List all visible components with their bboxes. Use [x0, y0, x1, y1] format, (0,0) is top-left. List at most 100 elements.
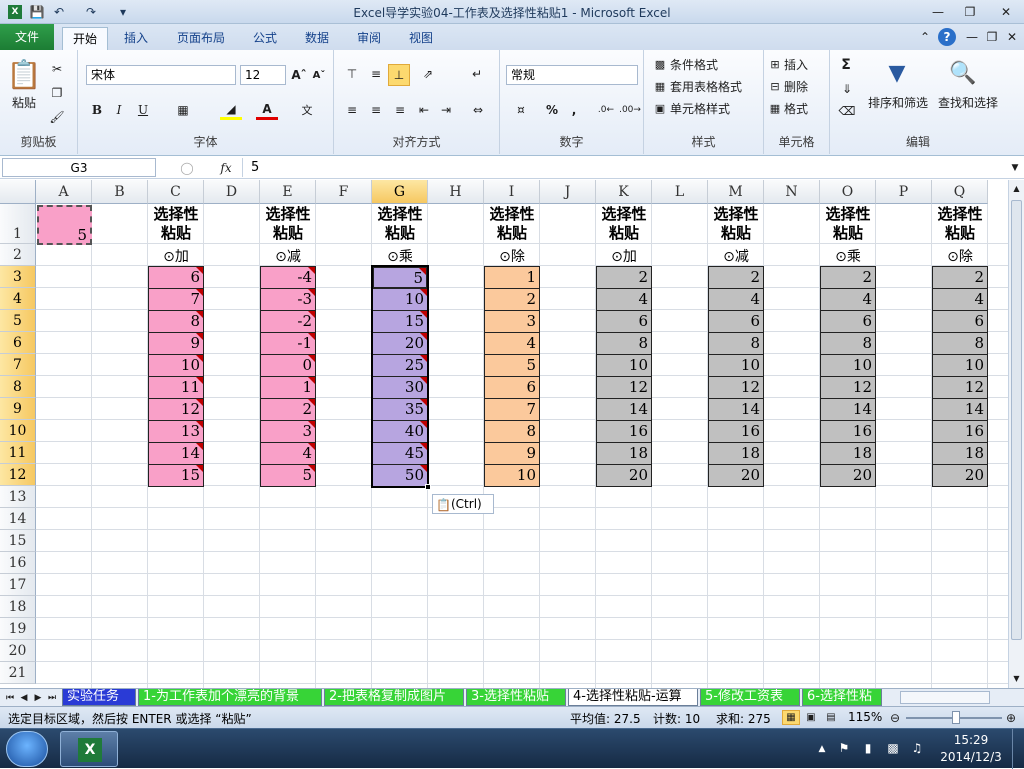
row-header-11[interactable]: 11 [0, 442, 36, 464]
cell-k7[interactable]: 10 [596, 354, 652, 377]
scroll-down-icon[interactable]: ▼ [1009, 670, 1024, 686]
increase-decimal-icon[interactable]: .0← [596, 100, 616, 120]
cell-m5[interactable]: 6 [708, 310, 764, 333]
sheet-tab[interactable]: 1-为工作表加个漂亮的背景 [138, 689, 322, 706]
cell-c11[interactable]: 14 [148, 442, 204, 465]
page-break-view-icon[interactable]: ▤ [822, 710, 840, 725]
cell-e3[interactable]: -4 [260, 266, 316, 289]
operation-label[interactable]: ⊙加 [148, 246, 204, 266]
paste-options-button[interactable]: 📋 (Ctrl) [432, 494, 494, 514]
orientation-icon[interactable]: ⇗ [416, 64, 440, 84]
align-top-icon[interactable]: ⊤ [342, 64, 362, 84]
cell-q9[interactable]: 14 [932, 398, 988, 421]
cell-o3[interactable]: 2 [820, 266, 876, 289]
cell-m10[interactable]: 16 [708, 420, 764, 443]
grow-font-button[interactable]: Aˆ [290, 65, 308, 85]
column-header-a[interactable]: A [36, 180, 92, 204]
column-header-p[interactable]: P [876, 180, 932, 204]
cell-q11[interactable]: 18 [932, 442, 988, 465]
column-header-q[interactable]: Q [932, 180, 988, 204]
cell-e10[interactable]: 3 [260, 420, 316, 443]
zoom-slider-thumb[interactable] [952, 711, 960, 724]
insert-function-button[interactable]: fx [214, 159, 238, 177]
network-icon[interactable]: ▩ [884, 739, 902, 757]
sheet-tab[interactable]: 5-修改工资表 [700, 689, 800, 706]
column-header-c[interactable]: C [148, 180, 204, 204]
paste-button[interactable]: 粘贴 [4, 94, 44, 110]
cell-g12[interactable]: 50 [372, 464, 428, 487]
cell-i10[interactable]: 8 [484, 420, 540, 443]
minimize-button[interactable]: — [924, 2, 952, 21]
row-header-20[interactable]: 20 [0, 640, 36, 662]
normal-view-icon[interactable]: ▦ [782, 710, 800, 725]
column-header-g[interactable]: G [372, 180, 428, 204]
align-middle-icon[interactable]: ≡ [366, 64, 386, 84]
format-button[interactable]: 格式 [784, 100, 824, 116]
cell-m7[interactable]: 10 [708, 354, 764, 377]
row-header-16[interactable]: 16 [0, 552, 36, 574]
prev-sheet-icon[interactable]: ◀ [18, 690, 30, 705]
row-header-8[interactable]: 8 [0, 376, 36, 398]
column-header-f[interactable]: F [316, 180, 372, 204]
column-header-h[interactable]: H [428, 180, 484, 204]
worksheet-grid[interactable]: ABCDEFGHIJKLMNOPQ 1 2 3 4 5 6 7 8 9 10 11 12 13 14 15 1… [0, 180, 1008, 688]
cell-a1[interactable]: 5 [37, 205, 92, 245]
shrink-font-button[interactable]: Aˇ [310, 65, 328, 85]
tab-view[interactable]: 视图 [400, 27, 442, 50]
tab-review[interactable]: 审阅 [348, 27, 390, 50]
cell-c12[interactable]: 15 [148, 464, 204, 487]
row-header-15[interactable]: 15 [0, 530, 36, 552]
cell-e9[interactable]: 2 [260, 398, 316, 421]
font-size-combo[interactable]: 12 [240, 65, 286, 85]
cell-k9[interactable]: 14 [596, 398, 652, 421]
format-painter-icon[interactable]: 🖌 [48, 108, 66, 126]
cell-c5[interactable]: 8 [148, 310, 204, 333]
column-header-i[interactable]: I [484, 180, 540, 204]
cell-k8[interactable]: 12 [596, 376, 652, 399]
cell-q12[interactable]: 20 [932, 464, 988, 487]
cell-m12[interactable]: 20 [708, 464, 764, 487]
sort-filter-button[interactable]: 排序和筛选 [866, 94, 930, 110]
wrap-text-icon[interactable]: ↵ [466, 64, 488, 84]
collapse-ribbon-icon[interactable]: ⌃ [918, 29, 932, 45]
clock-time[interactable]: 15:29 [940, 733, 1002, 747]
cell-i11[interactable]: 9 [484, 442, 540, 465]
cell-i8[interactable]: 6 [484, 376, 540, 399]
formula-input[interactable]: 5 [242, 158, 1008, 177]
cell-q7[interactable]: 10 [932, 354, 988, 377]
cell-o8[interactable]: 12 [820, 376, 876, 399]
column-header-l[interactable]: L [652, 180, 708, 204]
restore-button[interactable]: ❐ [956, 2, 984, 21]
cell-o12[interactable]: 20 [820, 464, 876, 487]
tab-file[interactable]: 文件 [0, 24, 54, 50]
cell-o5[interactable]: 6 [820, 310, 876, 333]
cell-g3[interactable]: 5 [372, 266, 428, 289]
cell-k10[interactable]: 16 [596, 420, 652, 443]
delete-button[interactable]: 删除 [784, 78, 824, 94]
row-header-13[interactable]: 13 [0, 486, 36, 508]
operation-label[interactable]: ⊙加 [596, 246, 652, 266]
clock-date[interactable]: 2014/12/3 [936, 750, 1006, 764]
cell-g7[interactable]: 25 [372, 354, 428, 377]
row-header-17[interactable]: 17 [0, 574, 36, 596]
row-header-4[interactable]: 4 [0, 288, 36, 310]
block-title[interactable]: 选择性粘贴 [932, 205, 988, 243]
row-header-12[interactable]: 12 [0, 464, 36, 486]
cell-q4[interactable]: 4 [932, 288, 988, 311]
row-header-19[interactable]: 19 [0, 618, 36, 640]
zoom-in-icon[interactable]: ⊕ [1004, 710, 1018, 725]
scroll-up-icon[interactable]: ▲ [1009, 180, 1024, 196]
cell-i3[interactable]: 1 [484, 266, 540, 289]
cell-m9[interactable]: 14 [708, 398, 764, 421]
sheet-tab[interactable]: 2-把表格复制成图片 [324, 689, 464, 706]
name-box[interactable]: G3 [2, 158, 156, 177]
italic-button[interactable]: I [110, 100, 128, 120]
bold-button[interactable]: B [88, 100, 106, 120]
cell-o7[interactable]: 10 [820, 354, 876, 377]
column-header-k[interactable]: K [596, 180, 652, 204]
align-center-icon[interactable]: ≡ [366, 100, 386, 120]
sheet-tab[interactable]: 3-选择性粘贴 [466, 689, 566, 706]
block-title[interactable]: 选择性粘贴 [260, 205, 316, 243]
column-header-e[interactable]: E [260, 180, 316, 204]
cell-c3[interactable]: 6 [148, 266, 204, 289]
